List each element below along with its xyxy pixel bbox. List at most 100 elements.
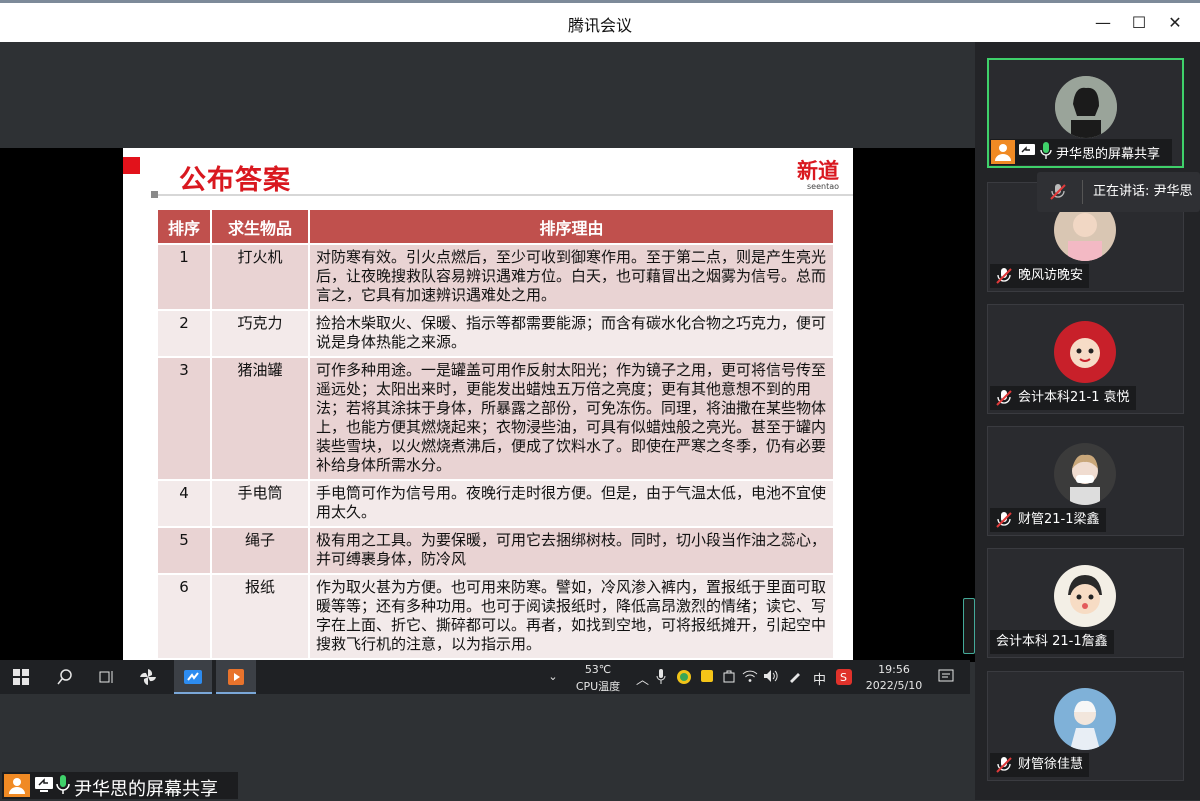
participant-tile[interactable]: 会计本科 21-1詹鑫	[987, 548, 1184, 658]
reason-cell: 极有用之工具。为要保暖，可用它去捆绑树枝。同时，切小段当作油之蕊心，并可缚裹身体…	[308, 526, 835, 575]
logo-subtext: seentao	[806, 182, 839, 191]
tray-bag-icon[interactable]	[722, 669, 736, 687]
item-cell: 打火机	[210, 243, 310, 311]
tray-wifi-icon[interactable]	[742, 669, 758, 687]
task-view-icon[interactable]	[90, 660, 124, 694]
user-icon	[991, 140, 1015, 164]
item-cell: 报纸	[210, 573, 310, 660]
search-icon[interactable]	[48, 660, 82, 694]
nametag: 会计本科 21-1詹鑫	[990, 630, 1114, 654]
avatar	[1054, 565, 1116, 627]
speaking-divider	[1082, 180, 1083, 204]
table-row: 5 绳子 极有用之工具。为要保暖，可用它去捆绑树枝。同时，切小段当作油之蕊心，并…	[156, 526, 835, 575]
input-method-indicator[interactable]: 中	[813, 669, 826, 688]
taskbar-date: 2022/5/10	[865, 679, 923, 692]
chevron-down-icon[interactable]: ⌄	[545, 660, 561, 694]
reason-cell: 捡拾木柴取火、保暖、指示等都需要能源；而含有碳水化合物之巧克力，便可说是身体热能…	[308, 309, 835, 358]
user-icon	[4, 774, 30, 797]
table-row: 3 猪油罐 可作多种用途。一是罐盖可用作反射太阳光；作为镜子之用，更可将信号传至…	[156, 356, 835, 481]
participant-tile[interactable]: 财管21-1梁鑫	[987, 426, 1184, 536]
window-title: 腾讯会议	[567, 16, 632, 35]
speaking-indicator: 正在讲话: 尹华思	[1037, 172, 1200, 212]
avatar	[1055, 76, 1117, 138]
microphone-muted-icon	[996, 512, 1012, 528]
nametag: 会计本科21-1 袁悦	[990, 386, 1136, 410]
shared-taskbar: ⌄ 53℃ CPU温度 ︿ 中 S 19:56 2022/5/10	[0, 660, 970, 694]
participant-tile[interactable]: 尹华思的屏幕共享	[987, 58, 1184, 168]
item-cell: 手电筒	[210, 479, 310, 528]
seentao-logo: 新道 seentao	[797, 160, 839, 191]
window-titlebar: 腾讯会议 — ☐ ✕	[0, 0, 1200, 42]
rank-cell: 1	[156, 243, 212, 311]
nametag: 晚风访晚安	[990, 264, 1090, 288]
participant-sidebar: 尹华思的屏幕共享 晚风访晚安 会计本科21-1 袁悦 财管21-1梁鑫 会计本科…	[975, 42, 1200, 800]
reason-cell: 作为取火甚为方便。也可用来防寒。譬如，冷风渗入裤内，置报纸于里面可取暖等等；还有…	[308, 573, 835, 660]
header-rank: 排序	[156, 208, 212, 245]
item-cell: 猪油罐	[210, 356, 310, 481]
reason-cell: 手电筒可作为信号用。夜晚行走时很方便。但是，由于气温太低，电池不宜使用太久。	[308, 479, 835, 528]
logo-text: 新道	[797, 159, 839, 183]
tray-volume-icon[interactable]	[763, 669, 779, 687]
tray-chevron-up-icon[interactable]: ︿	[636, 669, 649, 688]
slide-red-marker	[123, 157, 140, 174]
reason-cell: 对防寒有效。引火点燃后，至少可收到御寒作用。至于第二点，则是产生亮光后，让夜晚搜…	[308, 243, 835, 311]
tray-notes-icon[interactable]	[700, 669, 714, 687]
table-row: 2 巧克力 捡拾木柴取火、保暖、指示等都需要能源；而含有碳水化合物之巧克力，便可…	[156, 309, 835, 358]
avatar	[1054, 688, 1116, 750]
slide-grey-marker	[151, 191, 158, 198]
participant-name: 财管徐佳慧	[1018, 757, 1084, 772]
screen-share-icon	[1019, 144, 1035, 155]
tray-pen-icon[interactable]	[788, 669, 802, 687]
tray-wechat-icon[interactable]	[676, 669, 692, 689]
microphone-muted-icon	[996, 268, 1012, 284]
reason-cell: 可作多种用途。一是罐盖可用作反射太阳光；作为镜子之用，更可将信号传至遥远处；太阳…	[308, 356, 835, 481]
participant-name: 会计本科21-1 袁悦	[1018, 390, 1130, 405]
participant-tile[interactable]: 财管徐佳慧	[987, 671, 1184, 781]
taskbar-time: 19:56	[878, 663, 910, 676]
header-item: 求生物品	[210, 208, 310, 245]
slide-title: 公布答案	[179, 165, 291, 196]
microphone-icon	[56, 775, 70, 794]
rank-cell: 4	[156, 479, 212, 528]
cpu-temperature: 53℃	[584, 663, 612, 676]
tray-sogou-icon[interactable]: S	[836, 669, 852, 689]
table-row: 6 报纸 作为取火甚为方便。也可用来防寒。譬如，冷风渗入裤内，置报纸于里面可取暖…	[156, 573, 835, 660]
microphone-muted-icon	[996, 390, 1012, 406]
windows-start-icon[interactable]	[4, 660, 38, 694]
table-row: 1 打火机 对防寒有效。引火点燃后，至少可收到御寒作用。至于第二点，则是产生亮光…	[156, 243, 835, 311]
close-button[interactable]: ✕	[1161, 9, 1189, 37]
screen-share-icon	[35, 777, 53, 792]
rank-cell: 5	[156, 526, 212, 575]
tray-microphone-icon[interactable]	[656, 669, 666, 688]
avatar	[1054, 443, 1116, 505]
microphone-muted-icon	[996, 757, 1012, 773]
screen-share-label-text: 尹华思的屏幕共享	[74, 779, 218, 800]
microphone-muted-icon	[1050, 184, 1066, 200]
minimize-button[interactable]: —	[1089, 9, 1117, 37]
nametag: 尹华思的屏幕共享	[990, 139, 1172, 165]
screen-share-label: 尹华思的屏幕共享	[2, 772, 238, 800]
item-cell: 巧克力	[210, 309, 310, 358]
rank-cell: 3	[156, 356, 212, 481]
table-row: 4 手电筒 手电筒可作为信号用。夜晚行走时很方便。但是，由于气温太低，电池不宜使…	[156, 479, 835, 528]
participant-name: 晚风访晚安	[1018, 268, 1084, 283]
tencent-meeting-taskbar-icon[interactable]	[174, 660, 212, 694]
powerpoint-taskbar-icon[interactable]	[216, 660, 256, 694]
table-header-row: 排序 求生物品 排序理由	[156, 208, 835, 245]
speaking-text: 正在讲话: 尹华思	[1093, 184, 1193, 199]
svg-text:S: S	[840, 671, 847, 684]
item-cell: 绳子	[210, 526, 310, 575]
answer-table: 排序 求生物品 排序理由 1 打火机 对防寒有效。引火点燃后，至少可收到御寒作用…	[156, 208, 835, 660]
notification-icon[interactable]	[938, 669, 954, 687]
maximize-button[interactable]: ☐	[1125, 9, 1153, 37]
participant-name: 财管21-1梁鑫	[1018, 512, 1100, 527]
microphone-icon	[1040, 142, 1052, 159]
nametag: 财管21-1梁鑫	[990, 508, 1106, 532]
header-reason: 排序理由	[308, 208, 835, 245]
participant-tile[interactable]: 会计本科21-1 袁悦	[987, 304, 1184, 414]
avatar	[1054, 321, 1116, 383]
rank-cell: 6	[156, 573, 212, 660]
participant-name: 尹华思的屏幕共享	[1056, 147, 1161, 162]
rank-cell: 2	[156, 309, 212, 358]
app-pinwheel-icon[interactable]	[131, 660, 165, 694]
